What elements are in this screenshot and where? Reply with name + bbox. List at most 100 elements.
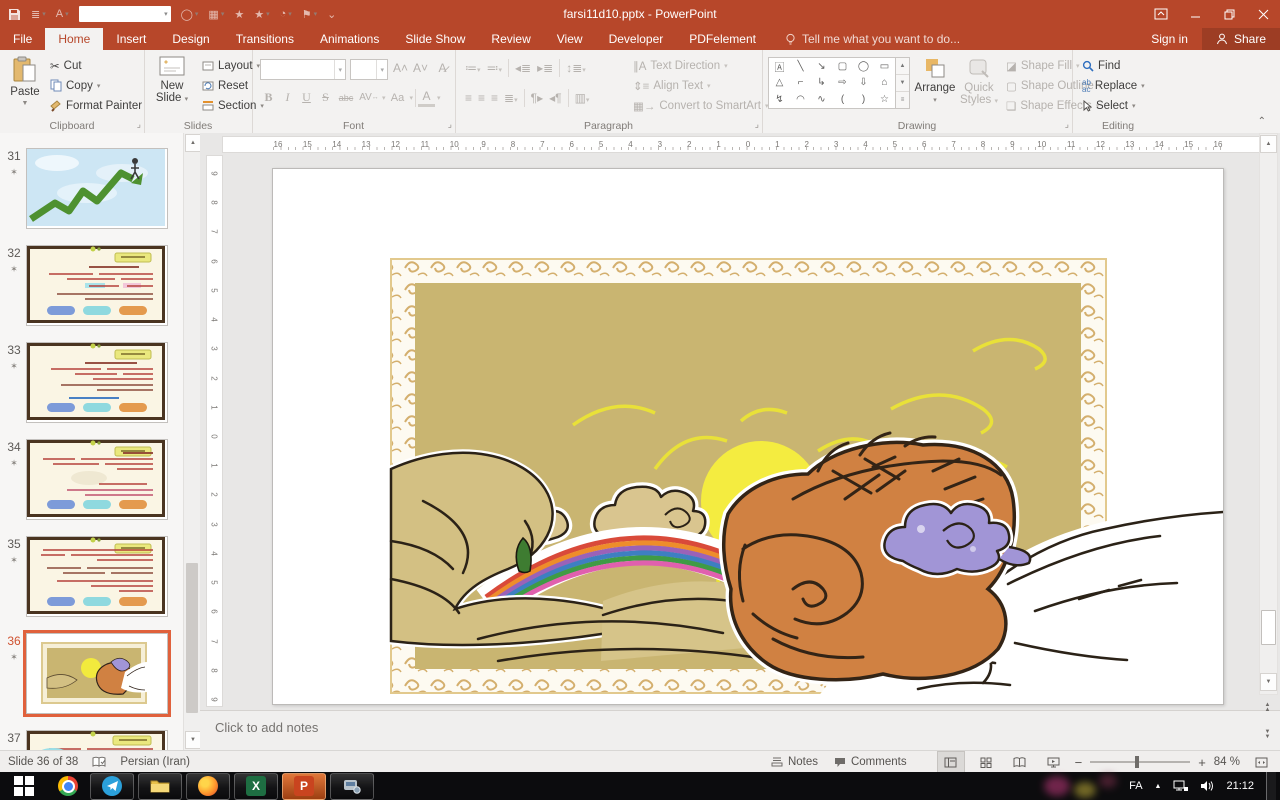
sign-in-link[interactable]: Sign in [1137,28,1202,50]
vertical-ruler[interactable]: 9876543210123456789 [206,155,223,707]
slide-show-button[interactable] [1041,752,1067,772]
gallery-down-icon[interactable]: ▼ [896,75,909,92]
find-button[interactable]: Find [1082,56,1120,75]
slide-34-thumbnail[interactable] [26,439,168,520]
justify-icon[interactable]: ≣▾ [504,91,518,105]
qat-combobox[interactable]: ▾ [79,6,171,22]
thumbnail-scrollbar[interactable]: ▲ ▼ [183,133,200,750]
show-hidden-icons-button[interactable]: ▲ [1155,783,1162,790]
taskbar-firefox-icon[interactable] [186,773,230,800]
strikethrough-button[interactable]: S [317,89,334,107]
gallery-up-icon[interactable]: ▲ [896,58,909,75]
cut-button[interactable]: ✂ Cut [50,56,82,75]
taskbar-telegram-icon[interactable] [90,773,134,800]
text-shadow-button[interactable]: abc [336,89,356,107]
slide-33-thumbnail[interactable] [26,342,168,423]
quick-styles-button[interactable]: QuickStyles ▾ [958,56,1000,108]
tab-file[interactable]: File [0,28,45,50]
scroll-down-icon[interactable]: ▼ [1260,673,1277,691]
minimize-button[interactable] [1178,0,1212,28]
decrease-indent-icon[interactable]: ◂≣ [515,61,531,75]
rtl-direction-icon[interactable]: ◂¶ [549,91,561,105]
shape-arrow-icon[interactable]: ↘ [811,58,832,75]
flag-icon[interactable]: ⚑▾ [302,8,317,21]
notes-pane[interactable]: Click to add notes [200,710,1280,751]
scroll-up-icon[interactable]: ▲ [185,134,201,152]
spellcheck-icon[interactable] [92,756,106,768]
text-direction-button[interactable]: ∥A Text Direction▾ [633,56,728,75]
window-icon[interactable]: ▦▾ [208,8,224,21]
main-scrollbar[interactable]: ▲ ▼ ▲▲ ▼▼ [1259,133,1276,750]
format-painter-button[interactable]: Format Painter [50,96,142,115]
tab-transitions[interactable]: Transitions [223,28,307,50]
restore-button[interactable] [1212,0,1246,28]
shape-triangle-icon[interactable]: △ [769,75,790,92]
ribbon-display-options-icon[interactable] [1144,0,1178,28]
dialog-launcher-icon[interactable]: ⌟ [448,119,452,130]
reset-button[interactable]: Reset [202,76,248,95]
taskbar-powerpoint-icon[interactable]: P [282,773,326,800]
close-button[interactable] [1246,0,1280,28]
slide-37-thumbnail[interactable] [26,730,168,750]
circle-icon[interactable]: ◯▾ [181,8,199,21]
tab-review[interactable]: Review [478,28,543,50]
thumbnail-item[interactable]: 32 ✶ [0,242,200,339]
align-center-icon[interactable]: ≡ [478,91,485,105]
shape-line-icon[interactable]: ╲ [790,58,811,75]
select-button[interactable]: Select▾ [1082,96,1135,115]
shape-down-arrow-icon[interactable]: ⇩ [853,75,874,92]
language-indicator[interactable]: Persian (Iran) [120,756,190,768]
ltr-direction-icon[interactable]: ¶▸ [531,91,543,105]
zoom-level[interactable]: 84 % [1214,756,1240,768]
shape-oval-icon[interactable]: ◯ [853,58,874,75]
slide-counter[interactable]: Slide 36 of 38 [8,756,78,768]
taskbar-excel-icon[interactable]: X [234,773,278,800]
dialog-launcher-icon[interactable]: ⌟ [1065,119,1069,130]
next-slide-button[interactable]: ▼▼ [1260,727,1275,743]
dialog-launcher-icon[interactable]: ⌟ [137,119,141,130]
convert-smartart-button[interactable]: ▦→ Convert to SmartArt▾ [633,96,769,115]
align-left-icon[interactable]: ≡ [465,91,472,105]
thumbnail-item[interactable]: 37 ✶ [0,727,200,750]
paste-button[interactable]: Paste ▼ [6,56,44,107]
thumbnail-item[interactable]: 35 ✶ [0,533,200,630]
shape-textbox-icon[interactable]: 🄰 [769,58,790,75]
font-color-button[interactable]: A [418,89,435,107]
font-name-combobox[interactable]: ▾ [260,59,346,80]
network-icon[interactable] [1173,780,1188,792]
font-color-icon[interactable]: A▾ [56,8,69,20]
tab-view[interactable]: View [544,28,596,50]
scrollbar-thumb[interactable] [1261,610,1276,645]
character-spacing-button[interactable]: AV↔ [358,89,380,107]
tab-animations[interactable]: Animations [307,28,392,50]
shape-right-brace-icon[interactable]: ) [853,91,874,108]
shapes-gallery-scrollbar[interactable]: ▲ ▼ ≡ [895,57,910,109]
horizontal-ruler[interactable]: 1615141312111098765432101234567891011121… [222,136,1260,153]
shape-rectangle-icon[interactable]: ▢ [832,58,853,75]
slide-35-thumbnail[interactable] [26,536,168,617]
shape-elbow-icon[interactable]: ⌐ [790,75,811,92]
shape-fill-button[interactable]: ◪ Shape Fill▾ [1006,56,1080,75]
input-language-indicator[interactable]: FA [1129,780,1142,792]
taskbar-app-icon[interactable] [330,773,374,800]
thumbnail-item[interactable]: 34 ✶ [0,436,200,533]
increase-indent-icon[interactable]: ▸≣ [537,61,553,75]
fit-slide-button[interactable] [1248,752,1274,772]
shrink-font-button[interactable]: A˅ [412,59,429,77]
zoom-slider[interactable] [1090,761,1190,763]
share-button[interactable]: Share [1202,28,1280,50]
replace-button[interactable]: abac Replace▾ [1082,76,1145,95]
tab-slide-show[interactable]: Slide Show [392,28,478,50]
shape-pentagon-icon[interactable]: ⌂ [874,75,895,92]
notes-placeholder[interactable]: Click to add notes [215,720,318,735]
list-icon[interactable]: ≣▾ [31,8,46,21]
taskbar-explorer-icon[interactable] [138,773,182,800]
thumbnail-item[interactable]: 31 ✶ [0,145,200,242]
tab-insert[interactable]: Insert [103,28,159,50]
bold-button[interactable]: B [260,89,277,107]
scrollbar-thumb[interactable] [186,563,198,713]
grow-font-button[interactable]: A˄ [392,59,409,77]
zoom-slider-thumb[interactable] [1135,756,1139,768]
slide-36-thumbnail[interactable] [26,633,168,714]
bullets-icon[interactable]: ≔▾ [465,61,481,75]
